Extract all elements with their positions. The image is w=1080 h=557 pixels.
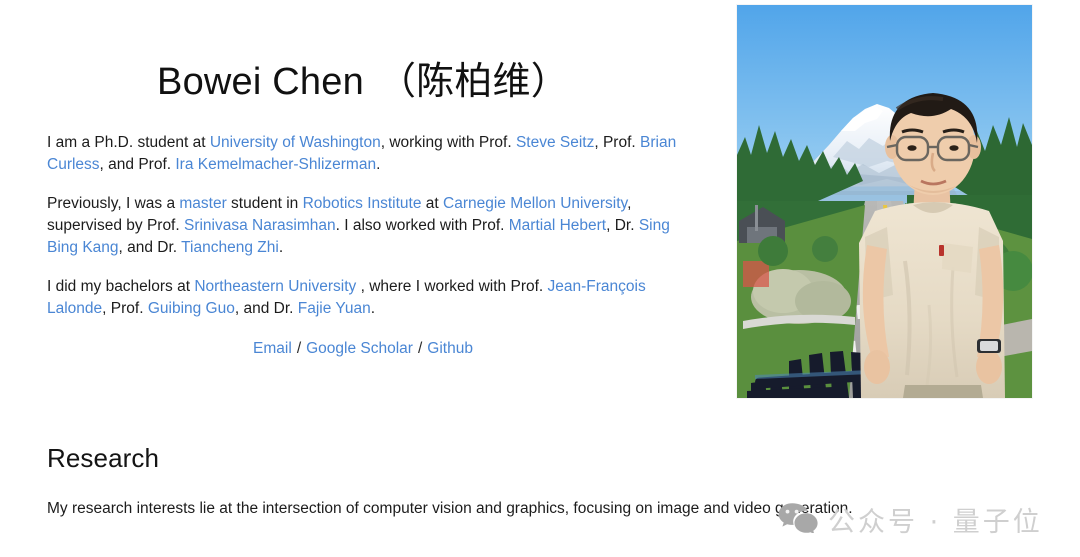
bio-text: , and Dr. <box>118 238 182 256</box>
link-separator: / <box>417 339 423 357</box>
bio-text: student in <box>226 194 303 212</box>
bio-text: I did my bachelors at <box>47 277 195 295</box>
link-fajie-yuan[interactable]: Fajie Yuan <box>298 300 371 317</box>
link-guibing-guo[interactable]: Guibing Guo <box>148 300 235 317</box>
bio-text: , Prof. <box>594 133 641 151</box>
page-root: Bowei Chen （陈柏维） I am a Ph.D. student at … <box>0 0 1080 557</box>
bio-text: , Prof. <box>102 299 148 317</box>
link-robotics-institute[interactable]: Robotics Institute <box>303 195 422 212</box>
social-links: Email / Google Scholar / Github <box>47 320 679 358</box>
name-english: Bowei Chen <box>157 61 364 103</box>
link-separator: / <box>296 339 302 357</box>
bio-paragraph-phd: I am a Ph.D. student at University of Wa… <box>47 132 687 176</box>
link-google-scholar[interactable]: Google Scholar <box>306 340 413 357</box>
bio-text: , working with Prof. <box>380 133 516 151</box>
link-srinivasa-narasimhan[interactable]: Srinivasa Narasimhan <box>184 217 336 234</box>
link-github[interactable]: Github <box>427 340 473 357</box>
link-carnegie-mellon-university[interactable]: Carnegie Mellon University <box>443 195 627 212</box>
link-martial-hebert[interactable]: Martial Hebert <box>509 217 606 234</box>
bio-text: I am a Ph.D. student at <box>47 133 210 151</box>
bio-text: , where I worked with Prof. <box>356 277 548 295</box>
link-northeastern-university[interactable]: Northeastern University <box>194 278 356 295</box>
profile-photo <box>737 5 1032 398</box>
link-university-of-washington[interactable]: University of Washington <box>210 134 381 151</box>
bio-text: Previously, I was a <box>47 194 180 212</box>
link-ira-kemelmacher-shlizerman[interactable]: Ira Kemelmacher-Shlizerman <box>175 156 376 173</box>
bio-paragraph-masters: Previously, I was a master student in Ro… <box>47 193 687 259</box>
link-tiancheng-zhi[interactable]: Tiancheng Zhi <box>181 239 279 256</box>
bio-paragraph-bachelors: I did my bachelors at Northeastern Unive… <box>47 276 687 320</box>
link-steve-seitz[interactable]: Steve Seitz <box>516 134 594 151</box>
bio-text: , and Dr. <box>234 299 298 317</box>
link-master[interactable]: master <box>179 195 226 212</box>
bio-text: . <box>376 155 381 173</box>
profile-column: Bowei Chen （陈柏维） I am a Ph.D. student at … <box>47 0 687 358</box>
bio-text: . <box>370 299 376 317</box>
section-heading-research: Research <box>47 443 160 473</box>
bio-text: . <box>278 238 284 256</box>
name-chinese: （陈柏维） <box>377 61 569 103</box>
bio-text: . I also worked with Prof. <box>335 216 509 234</box>
bio-text: at <box>421 194 444 212</box>
bio-text: , Dr. <box>606 216 639 234</box>
research-description: My research interests lie at the interse… <box>47 500 853 517</box>
link-email[interactable]: Email <box>253 340 292 357</box>
page-title: Bowei Chen （陈柏维） <box>47 0 679 104</box>
bio-text: , and Prof. <box>99 155 176 173</box>
research-section: Research My research interests lie at th… <box>47 443 1047 520</box>
